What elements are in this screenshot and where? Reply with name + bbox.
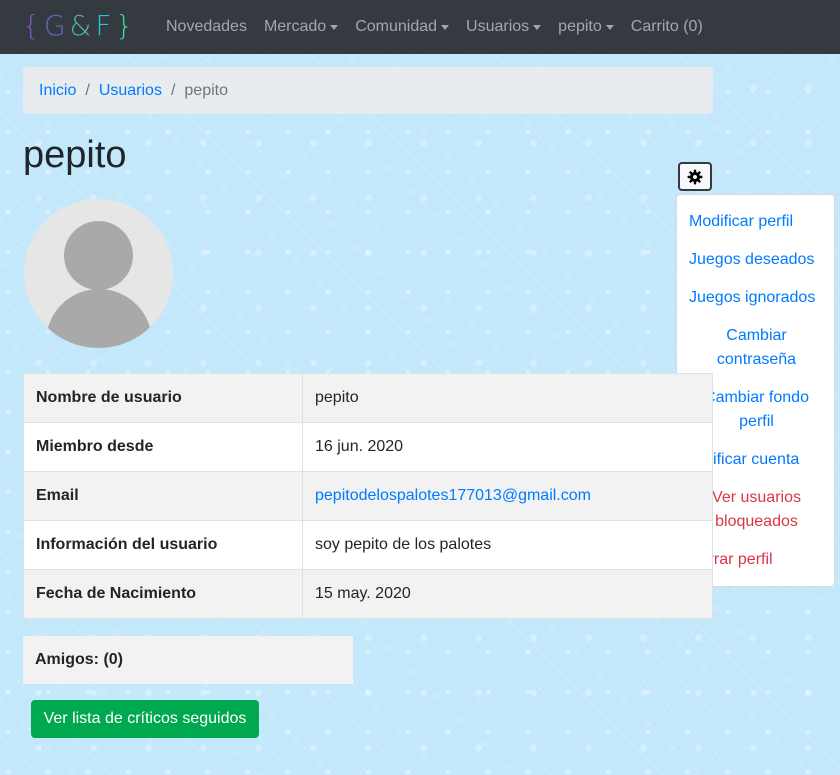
detail-value-cell: pepitodelospalotes177013@gmail.com <box>302 471 713 521</box>
nav-item-comunidad[interactable]: Comunidad <box>355 18 450 36</box>
detail-value: pepito <box>302 373 713 423</box>
nav-item-carrito[interactable]: Carrito (0) <box>631 18 703 36</box>
caret-down-icon <box>441 24 450 30</box>
detail-key: Fecha de Nacimiento <box>23 569 303 619</box>
caret-down-icon <box>533 24 542 30</box>
breadcrumb-separator: / <box>85 81 90 99</box>
nav-item-usuarios[interactable]: Usuarios <box>466 18 542 36</box>
detail-key: Información del usuario <box>23 520 303 570</box>
menu-item-modificar-perfil[interactable]: Modificar perfil <box>677 210 836 234</box>
detail-key: Miembro desde <box>23 422 303 472</box>
table-row: Fecha de Nacimiento 15 may. 2020 <box>23 569 713 619</box>
breadcrumb-current: pepito <box>184 81 228 99</box>
email-link[interactable]: pepitodelospalotes177013@gmail.com <box>315 487 591 504</box>
friends-count: Amigos: (0) <box>23 636 353 684</box>
avatar-body <box>46 289 152 348</box>
breadcrumb: Inicio / Usuarios / pepito <box>23 67 713 114</box>
breadcrumb-link-inicio[interactable]: Inicio <box>39 82 76 100</box>
nav-item-mercado[interactable]: Mercado <box>264 18 339 36</box>
caret-down-icon <box>330 24 339 30</box>
brand-logo[interactable]: {G&F} <box>22 9 137 42</box>
menu-item-juegos-deseados[interactable]: Juegos deseados <box>677 248 836 272</box>
avatar-head <box>64 221 133 290</box>
breadcrumb-link-usuarios[interactable]: Usuarios <box>99 82 162 100</box>
nav-menu: Novedades Mercado Comunidad Usuarios pep… <box>166 0 720 54</box>
detail-key: Email <box>23 471 303 521</box>
table-row: Miembro desde 16 jun. 2020 <box>23 422 713 472</box>
user-details-table: Nombre de usuario pepito Miembro desde 1… <box>23 373 713 619</box>
table-row: Nombre de usuario pepito <box>23 373 713 423</box>
caret-down-icon <box>605 24 614 30</box>
detail-value: 16 jun. 2020 <box>302 422 713 472</box>
page-title: pepito <box>23 134 127 176</box>
table-row: Email pepitodelospalotes177013@gmail.com <box>23 471 713 521</box>
top-navbar: {G&F} Novedades Mercado Comunidad Usuari… <box>0 0 840 54</box>
menu-item-cambiar-contrasena[interactable]: Cambiar contraseña <box>677 324 836 372</box>
breadcrumb-separator: / <box>170 81 176 99</box>
followed-critics-button[interactable]: Ver lista de críticos seguidos <box>31 700 259 738</box>
avatar <box>24 199 173 348</box>
detail-value: 15 may. 2020 <box>302 569 713 619</box>
gear-icon <box>687 169 703 184</box>
detail-value: soy pepito de los palotes <box>302 520 713 570</box>
table-row: Información del usuario soy pepito de lo… <box>23 520 713 570</box>
nav-item-novedades[interactable]: Novedades <box>166 18 247 36</box>
nav-item-user-pepito[interactable]: pepito <box>558 18 614 36</box>
menu-item-juegos-ignorados[interactable]: Juegos ignorados <box>677 286 836 310</box>
detail-key: Nombre de usuario <box>23 373 303 423</box>
settings-button[interactable] <box>678 162 712 191</box>
